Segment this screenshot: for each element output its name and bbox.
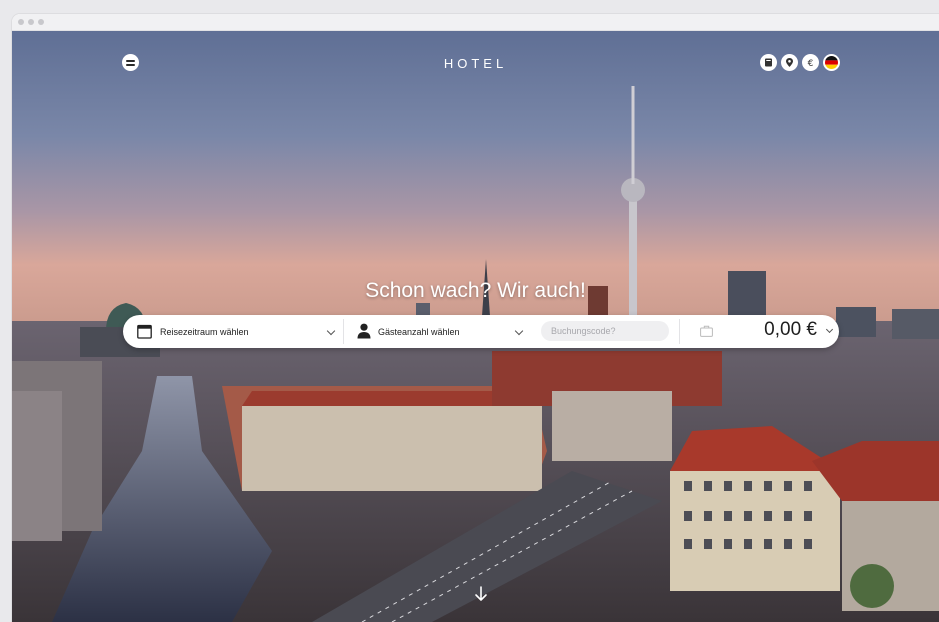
date-range-selector[interactable]: Reisezeitraum wählen xyxy=(123,315,343,348)
svg-text:€: € xyxy=(808,59,814,69)
euro-icon[interactable]: € xyxy=(802,54,819,71)
window-titlebar xyxy=(12,14,939,31)
person-icon xyxy=(357,323,371,339)
window-minimize-dot[interactable] xyxy=(28,19,34,25)
book-icon[interactable] xyxy=(760,54,777,71)
hero-headline: Schon wach? Wir auch! xyxy=(365,279,586,302)
browser-window: HOTEL € Schon wach? Wir auch! Reisezeitr… xyxy=(12,14,939,622)
chevron-down-icon xyxy=(514,326,524,336)
calendar-icon xyxy=(137,324,152,339)
booking-code-input[interactable] xyxy=(541,321,669,341)
window-close-dot[interactable] xyxy=(18,19,24,25)
arrow-down-icon[interactable] xyxy=(474,586,488,602)
chevron-down-icon xyxy=(326,326,336,336)
window-maximize-dot[interactable] xyxy=(38,19,44,25)
total-price: 0,00 € xyxy=(764,319,817,340)
hero-section: HOTEL € Schon wach? Wir auch! Reisezeitr… xyxy=(12,31,939,622)
booking-bar: Reisezeitraum wählen Gästeanzahl wählen … xyxy=(123,315,839,348)
german-flag-icon[interactable] xyxy=(823,54,840,71)
price-summary[interactable]: 0,00 € xyxy=(743,315,839,348)
location-pin-icon[interactable] xyxy=(781,54,798,71)
chevron-down-icon xyxy=(825,325,834,334)
guest-count-label: Gästeanzahl wählen xyxy=(378,327,460,337)
date-range-label: Reisezeitraum wählen xyxy=(160,327,249,337)
header-icon-group: € xyxy=(760,54,840,71)
guest-count-selector[interactable]: Gästeanzahl wählen xyxy=(344,315,534,348)
briefcase-icon xyxy=(700,325,713,337)
divider xyxy=(679,319,680,344)
